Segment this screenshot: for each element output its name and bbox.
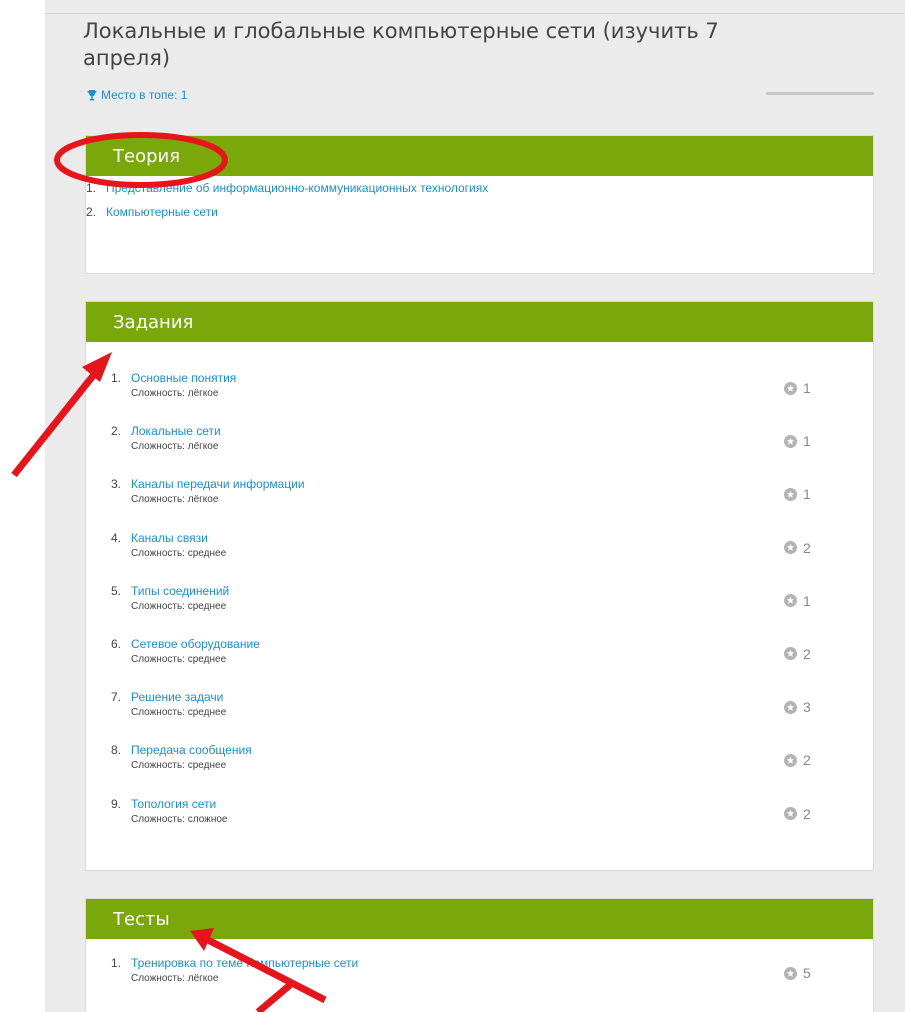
annotation-overlay: [11, 132, 327, 1012]
annotation-arrow: [255, 982, 293, 1012]
annotation-circle: [54, 132, 228, 188]
annotation-arrow: [190, 928, 327, 1004]
annotation-arrow: [11, 352, 112, 478]
